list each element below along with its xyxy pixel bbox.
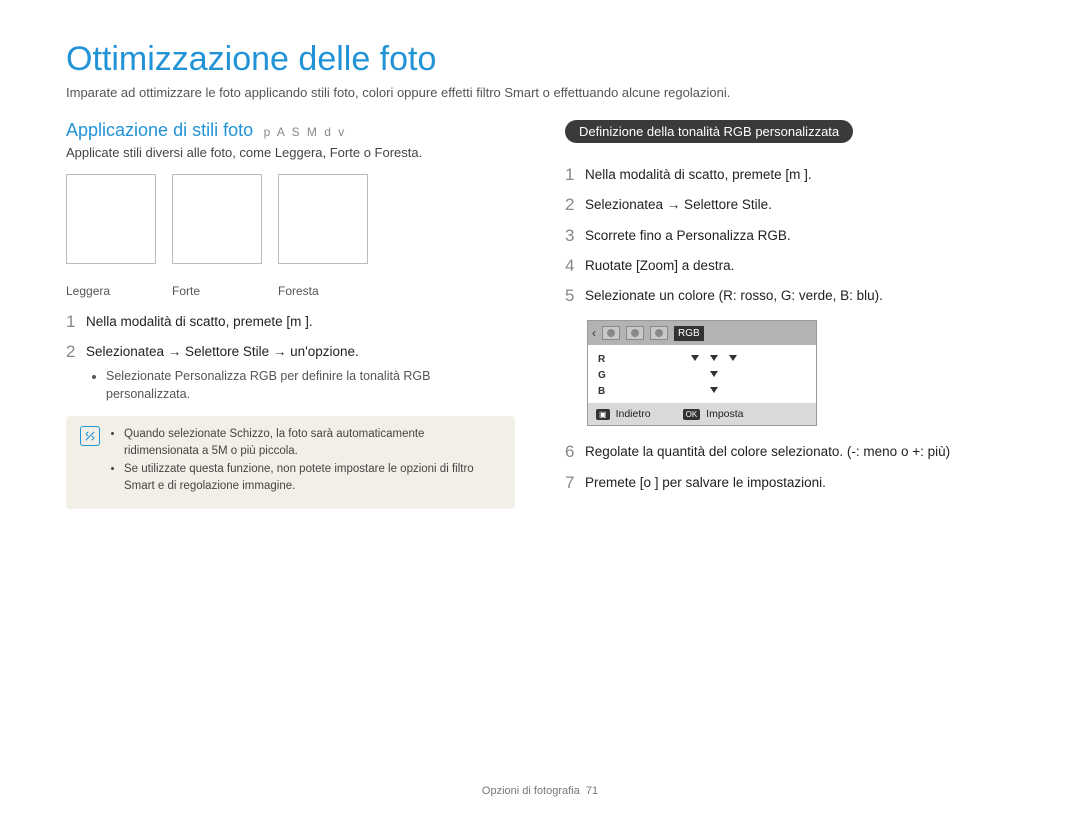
ok-symbol-icon: OK <box>683 409 701 420</box>
step-text: Ruotate [Zoom] a destra. <box>585 256 734 276</box>
rgb-panel: ‹ RGB R G <box>587 320 817 426</box>
step-text: Selezionate un colore (R: rosso, G: verd… <box>585 286 883 306</box>
note-item: Quando selezionate Schizzo, la foto sarà… <box>124 426 501 461</box>
step-main: Selezionatea → Selettore Stile → un'opzi… <box>86 344 359 359</box>
rgb-channel-label: B <box>598 386 608 397</box>
step-5: 5Selezionate un colore (R: rosso, G: ver… <box>565 286 1014 306</box>
step-text: Nella modalità di scatto, premete [m ]. <box>585 165 812 185</box>
style-item-forte: Forte <box>172 174 262 298</box>
style-examples: Leggera Forte Foresta <box>66 174 515 298</box>
step-text: Scorrete fino a Personalizza RGB. <box>585 226 791 246</box>
topic-pill: Definizione della tonalità RGB personali… <box>565 120 853 143</box>
set-label: Imposta <box>706 408 743 420</box>
step-subitem: Selezionate Personalizza RGB per definir… <box>106 367 515 405</box>
step-number: 3 <box>565 226 585 246</box>
rgb-sliders: R G B <box>588 345 816 403</box>
step-number: 5 <box>565 286 585 306</box>
step-number: 7 <box>565 473 585 493</box>
page-subtitle: Imparate ad ottimizzare le foto applican… <box>66 85 1014 100</box>
style-label: Forte <box>172 284 262 298</box>
left-column: Applicazione di stili foto p A S M d v A… <box>66 120 515 509</box>
step-7: 7Premete [o ] per salvare le impostazion… <box>565 473 1014 493</box>
content-columns: Applicazione di stili foto p A S M d v A… <box>66 120 1014 509</box>
step-number: 1 <box>565 165 585 185</box>
note-box: Quando selezionate Schizzo, la foto sarà… <box>66 416 515 509</box>
rgb-row-g: G <box>598 367 806 383</box>
step-number: 4 <box>565 256 585 276</box>
step-text: Regolate la quantità del colore selezion… <box>585 442 950 462</box>
rgb-row-b: B <box>598 383 806 399</box>
rgb-tabs: ‹ RGB <box>588 321 816 345</box>
rgb-track <box>614 387 806 395</box>
section-description: Applicate stili diversi alle foto, come … <box>66 145 515 160</box>
palette-icon <box>602 326 620 340</box>
step-sublist: Selezionate Personalizza RGB per definir… <box>106 367 515 405</box>
step-3: 3Scorrete fino a Personalizza RGB. <box>565 226 1014 246</box>
rgb-footer: ▣ Indietro OK Imposta <box>588 403 816 425</box>
back-symbol-icon: ▣ <box>596 409 610 420</box>
page-footer: Opzioni di fotografia 71 <box>0 785 1080 797</box>
step-text: Selezionatea → Selettore Stile → un'opzi… <box>86 342 515 404</box>
rgb-tab-selected: RGB <box>674 326 704 341</box>
right-steps-b: 6Regolate la quantità del colore selezio… <box>565 442 1014 493</box>
footer-page-number: 71 <box>586 785 598 797</box>
step-number: 2 <box>565 195 585 215</box>
note-icon <box>80 426 100 446</box>
section-heading: Applicazione di stili foto <box>66 120 253 140</box>
section-header: Applicazione di stili foto p A S M d v <box>66 120 515 141</box>
step-4: 4Ruotate [Zoom] a destra. <box>565 256 1014 276</box>
chevron-left-icon: ‹ <box>592 326 596 340</box>
right-column: Definizione della tonalità RGB personali… <box>565 120 1014 509</box>
step-number: 1 <box>66 312 86 332</box>
mode-indicators: p A S M d v <box>264 125 347 139</box>
step-2: 2Selezionatea → Selettore Stile. <box>565 195 1014 215</box>
step-1: 1 Nella modalità di scatto, premete [m ]… <box>66 312 515 332</box>
style-thumbnail <box>66 174 156 264</box>
right-steps-a: 1Nella modalità di scatto, premete [m ].… <box>565 165 1014 306</box>
step-1: 1Nella modalità di scatto, premete [m ]. <box>565 165 1014 185</box>
step-2: 2 Selezionatea → Selettore Stile → un'op… <box>66 342 515 404</box>
left-steps: 1 Nella modalità di scatto, premete [m ]… <box>66 312 515 404</box>
style-label: Foresta <box>278 284 368 298</box>
style-thumbnail <box>278 174 368 264</box>
step-6: 6Regolate la quantità del colore selezio… <box>565 442 1014 462</box>
rgb-channel-label: G <box>598 370 608 381</box>
page-title: Ottimizzazione delle foto <box>66 40 1014 79</box>
rgb-row-r: R <box>598 351 806 367</box>
step-number: 6 <box>565 442 585 462</box>
rgb-track <box>614 355 806 363</box>
style-thumbnail <box>172 174 262 264</box>
back-label: Indietro <box>616 408 651 420</box>
rgb-channel-label: R <box>598 354 608 365</box>
step-text: Premete [o ] per salvare le impostazioni… <box>585 473 826 493</box>
style-item-foresta: Foresta <box>278 174 368 298</box>
note-list: Quando selezionate Schizzo, la foto sarà… <box>124 426 501 495</box>
style-label: Leggera <box>66 284 156 298</box>
note-item: Se utilizzate questa funzione, non potet… <box>124 461 501 496</box>
step-text: Selezionatea → Selettore Stile. <box>585 195 772 215</box>
palette-icon <box>650 326 668 340</box>
step-text: Nella modalità di scatto, premete [m ]. <box>86 312 313 332</box>
rgb-track <box>614 371 806 379</box>
step-number: 2 <box>66 342 86 362</box>
palette-icon <box>626 326 644 340</box>
footer-section: Opzioni di fotografia <box>482 785 580 797</box>
style-item-leggera: Leggera <box>66 174 156 298</box>
